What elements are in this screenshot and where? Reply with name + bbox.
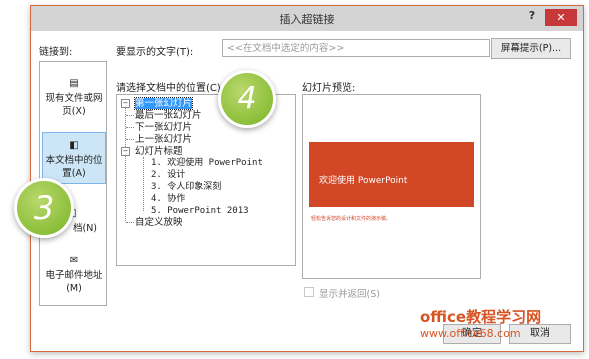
slide-title: 欢迎使用 PowerPoint <box>319 176 408 186</box>
tree-item-slide-title[interactable]: 2. 设计 <box>151 170 185 181</box>
document-place-tree[interactable]: − 第一张幻灯片 最后一张幻灯片 下一张幻灯片 上一张幻灯片 − 幻灯片标题 1… <box>116 94 296 266</box>
nav-item-label: 现有文件或网 <box>45 93 103 104</box>
tree-item-slide-title[interactable]: 1. 欢迎使用 PowerPoint <box>151 158 263 169</box>
show-and-return-checkbox[interactable] <box>304 287 314 297</box>
display-text-input[interactable]: <<在文档中选定的内容>> <box>222 39 490 57</box>
close-button[interactable]: ✕ <box>545 9 577 26</box>
nav-item-existing-file[interactable]: ▤ 现有文件或网 页(X) <box>42 77 106 129</box>
tree-item-prev-slide[interactable]: 上一张幻灯片 <box>135 134 192 145</box>
watermark-title: office教程学习网 <box>420 308 542 326</box>
step-badge-4: 4 <box>218 70 276 128</box>
tree-branch <box>126 115 134 116</box>
tree-branch <box>126 139 134 140</box>
nav-item-label-cont: (M) <box>66 283 82 294</box>
nav-item-label-cont: 置(A) <box>62 168 86 179</box>
tree-branch <box>126 222 134 223</box>
title-bar: 插入超链接 ? ✕ <box>31 6 583 31</box>
hyperlink-dialog: 插入超链接 ? ✕ 链接到: 要显示的文字(T): <<在文档中选定的内容>> … <box>30 5 584 352</box>
preview-label: 幻灯片预览: <box>302 83 356 94</box>
tree-item-slide-title[interactable]: 4. 协作 <box>151 194 185 205</box>
tree-item-slide-title[interactable]: 3. 令人印象深刻 <box>151 182 221 193</box>
email-icon: ✉ <box>69 255 79 266</box>
tree-item-first-slide[interactable]: 第一张幻灯片 <box>133 97 194 110</box>
place-label: 请选择文档中的位置(C): <box>116 83 225 94</box>
document-place-icon: ◧ <box>69 140 79 151</box>
tree-guide-line <box>125 103 126 221</box>
tree-item-next-slide[interactable]: 下一张幻灯片 <box>135 122 192 133</box>
screentip-button[interactable]: 屏幕提示(P)... <box>491 38 571 59</box>
nav-item-label: 本文档中的位 <box>45 155 103 166</box>
globe-file-icon: ▤ <box>69 78 79 89</box>
step-badge-3: 3 <box>14 178 74 238</box>
tree-guide-line <box>143 157 144 211</box>
slide-preview: 欢迎使用 PowerPoint 轻松告诉您的设计和文件的演示稿。 <box>302 94 481 279</box>
nav-item-email[interactable]: ✉ 电子邮件地址 (M) <box>42 254 106 299</box>
display-text-label: 要显示的文字(T): <box>116 47 194 58</box>
slide-subtitle: 轻松告诉您的设计和文件的演示稿。 <box>311 216 392 222</box>
show-and-return-label: 显示并返回(S) <box>319 289 380 300</box>
tree-branch <box>126 127 134 128</box>
help-button[interactable]: ? <box>525 9 539 25</box>
tree-item-custom-shows[interactable]: 自定义放映 <box>135 217 183 228</box>
tree-item-last-slide[interactable]: 最后一张幻灯片 <box>135 110 202 121</box>
dialog-title: 插入超链接 <box>279 13 335 26</box>
watermark-url: www.office68.com <box>420 327 521 340</box>
slide-title-band: 欢迎使用 PowerPoint <box>309 142 474 207</box>
nav-item-label-cont: 页(X) <box>62 106 86 117</box>
tree-item-slide-title[interactable]: 5. PowerPoint 2013 <box>151 206 249 217</box>
nav-item-label: 电子邮件地址 <box>45 270 103 281</box>
tree-item-slide-titles[interactable]: 幻灯片标题 <box>135 146 183 157</box>
collapse-icon[interactable]: − <box>121 147 130 156</box>
nav-item-place-in-document[interactable]: ◧ 本文档中的位 置(A) <box>42 132 106 184</box>
link-to-label: 链接到: <box>39 47 73 58</box>
collapse-icon[interactable]: − <box>121 99 130 108</box>
